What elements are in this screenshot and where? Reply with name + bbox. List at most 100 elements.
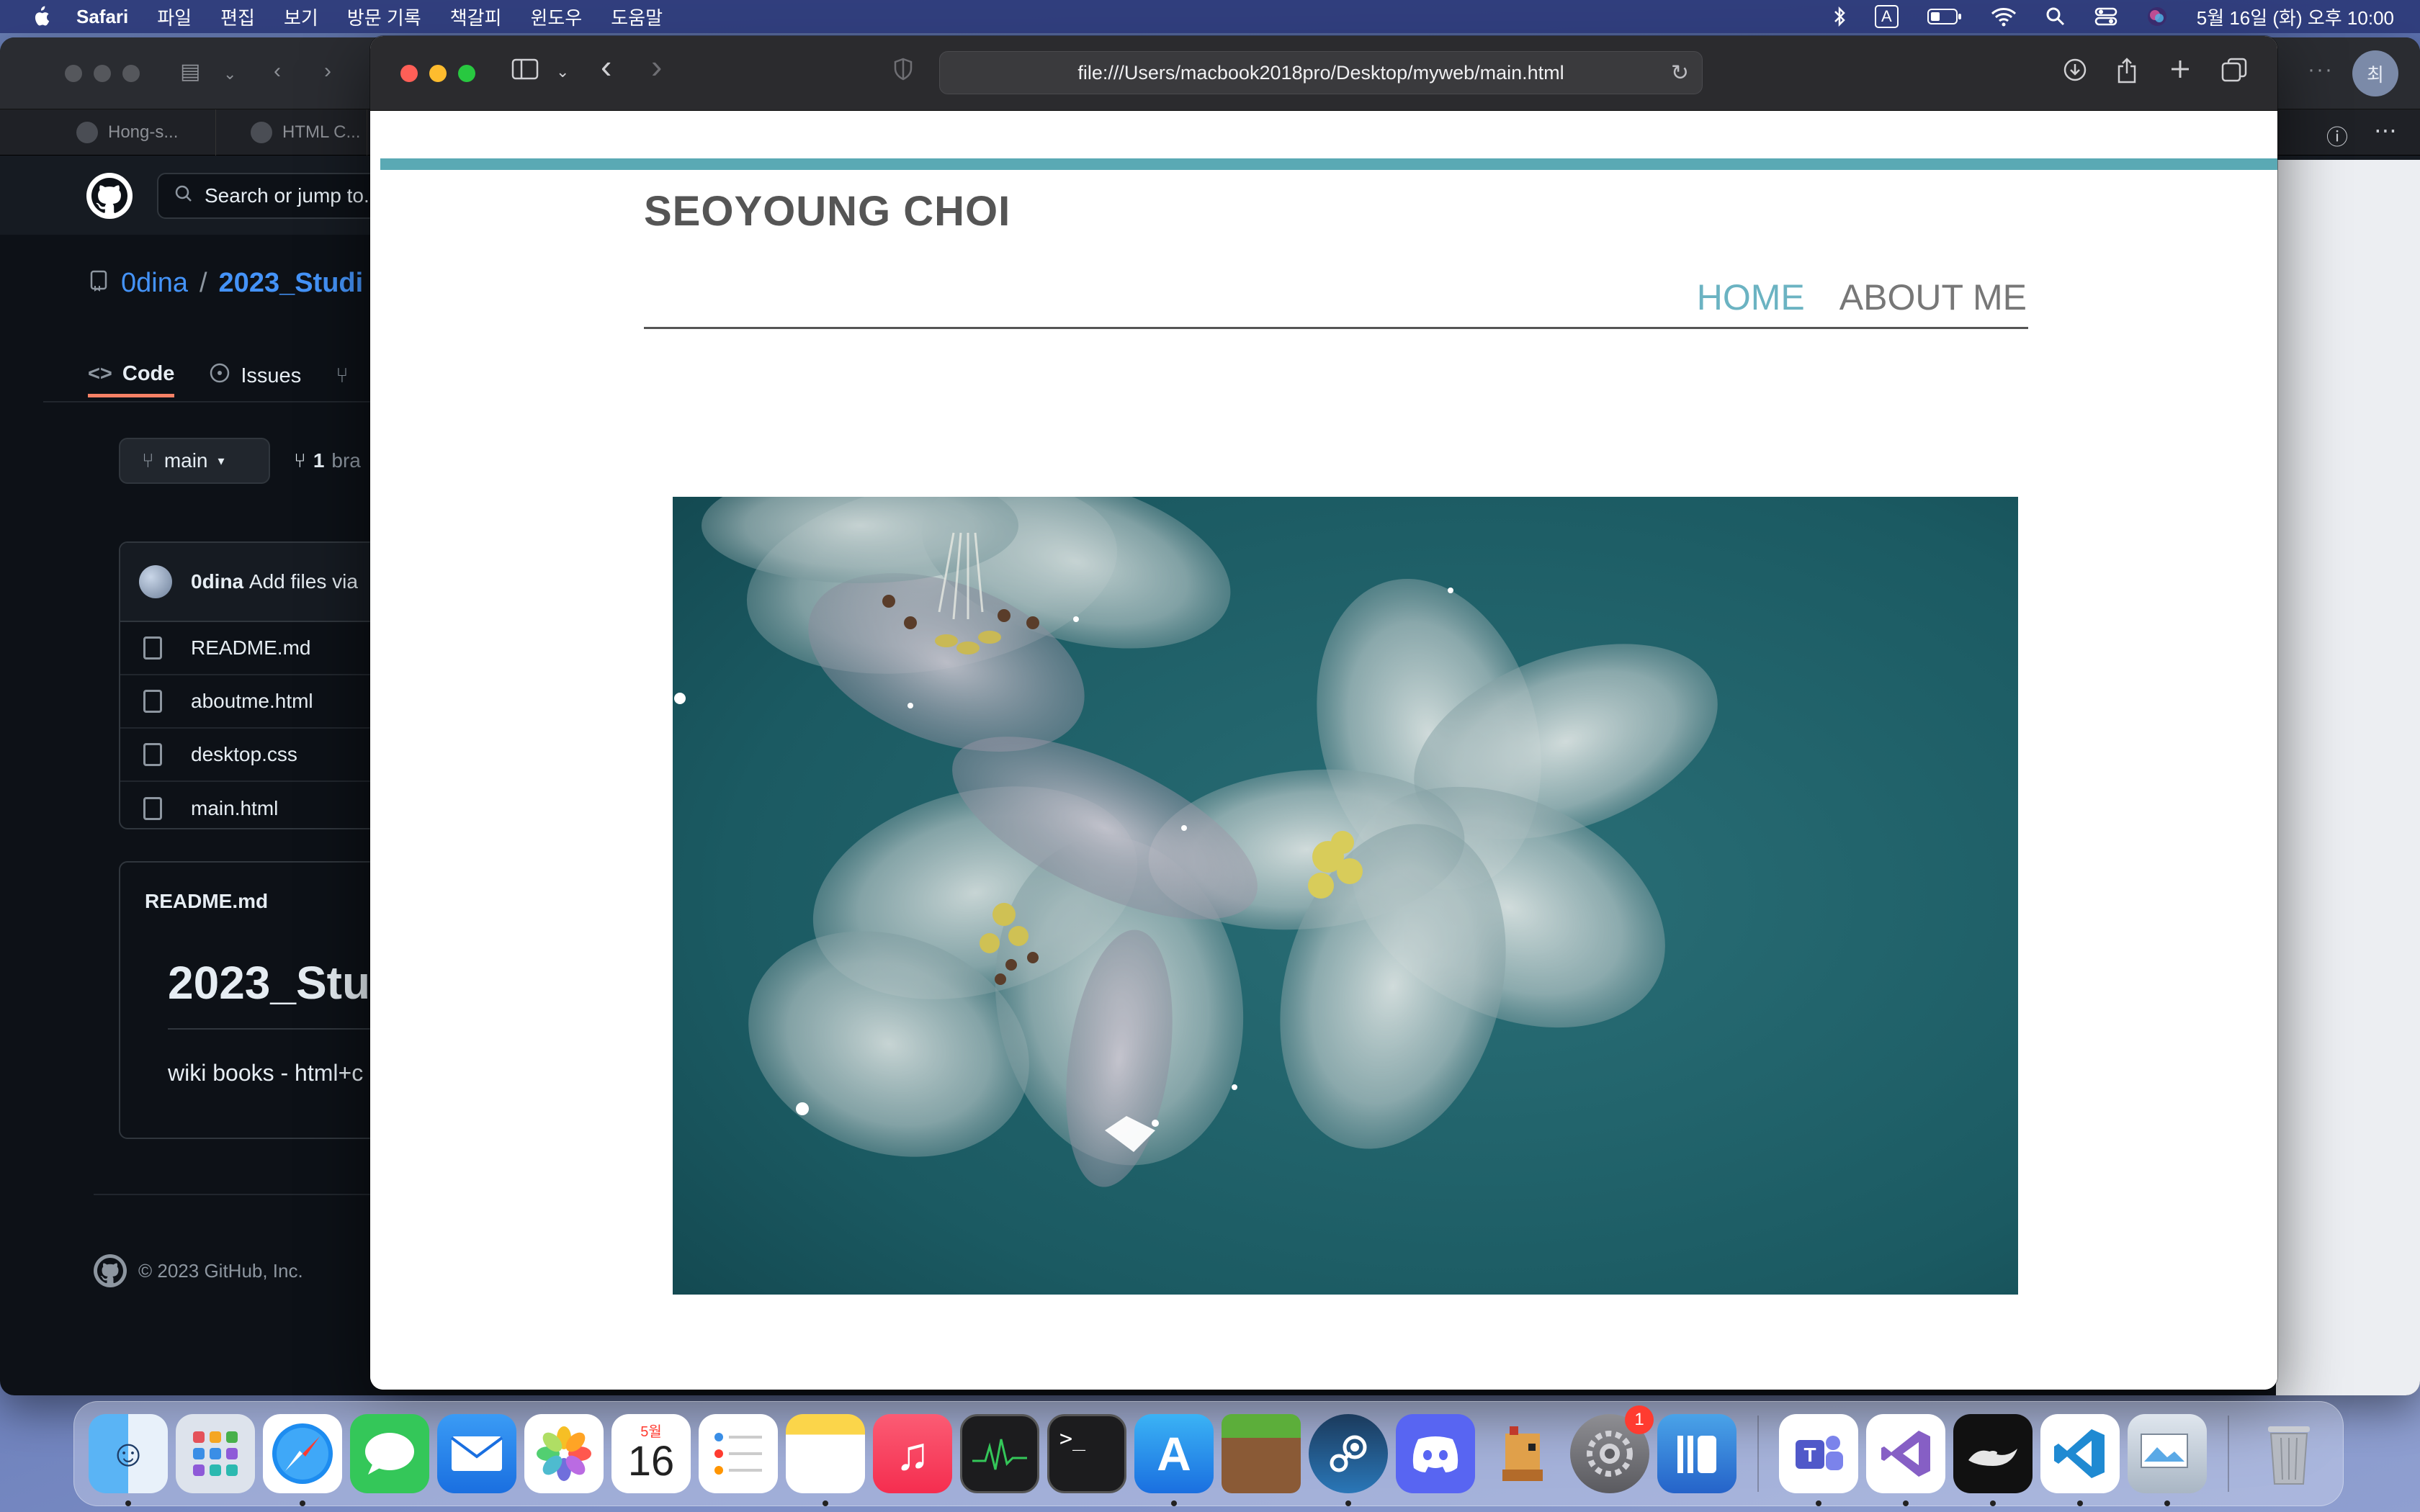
stardew-icon[interactable] bbox=[1483, 1414, 1562, 1493]
branches-link[interactable]: ⑂ 1 bra bbox=[294, 449, 361, 472]
menu-file[interactable]: 파일 bbox=[157, 4, 192, 30]
menu-app-name[interactable]: Safari bbox=[76, 6, 128, 28]
bluetooth-icon[interactable] bbox=[1833, 6, 1846, 27]
repo-name-link[interactable]: 2023_Studi bbox=[219, 268, 364, 299]
commit-author[interactable]: 0dina bbox=[191, 570, 243, 593]
photos-icon[interactable] bbox=[524, 1414, 604, 1493]
tab-label: Hong-s... bbox=[108, 122, 179, 142]
minecraft-icon[interactable] bbox=[1222, 1414, 1301, 1493]
tab-hong[interactable]: Hong-s... bbox=[72, 109, 216, 156]
file-name[interactable]: README.md bbox=[191, 636, 310, 660]
discord-icon[interactable] bbox=[1396, 1414, 1475, 1493]
file-name[interactable]: main.html bbox=[191, 797, 278, 820]
back-arrow-icon[interactable]: ‹ bbox=[274, 59, 281, 84]
steam-icon[interactable] bbox=[1309, 1414, 1388, 1506]
menu-view[interactable]: 보기 bbox=[284, 4, 318, 30]
downloads-icon[interactable] bbox=[2063, 58, 2087, 89]
menu-clock[interactable]: 5월 16일 (화) 오후 10:00 bbox=[2197, 4, 2394, 30]
safari-window[interactable]: ⌄ ‹ › file:///Users/macbook2018pro/Deskt… bbox=[370, 36, 2277, 1390]
forward-arrow-icon[interactable]: › bbox=[651, 50, 662, 83]
github-logo-icon[interactable] bbox=[86, 173, 133, 219]
reminders-icon[interactable] bbox=[699, 1414, 778, 1493]
more-dots-icon[interactable]: ··· bbox=[2308, 58, 2334, 82]
control-center-icon[interactable] bbox=[2094, 6, 2118, 27]
calendar-icon[interactable]: 5월 16 bbox=[611, 1414, 691, 1493]
minimize-button[interactable] bbox=[429, 65, 447, 82]
privacy-shield-icon[interactable] bbox=[893, 58, 913, 87]
code-icon: <> bbox=[88, 362, 112, 385]
mail-icon[interactable] bbox=[437, 1414, 516, 1493]
nav-link-about-me[interactable]: ABOUT ME bbox=[1839, 276, 2027, 318]
back-arrow-icon[interactable]: ‹ bbox=[601, 50, 611, 83]
tab-issues[interactable]: Issues bbox=[209, 354, 301, 397]
branch-selector-button[interactable]: ⑂ main ▾ bbox=[119, 438, 270, 484]
forward-arrow-icon[interactable]: › bbox=[324, 59, 331, 84]
html-favicon-icon bbox=[251, 122, 272, 143]
messages-icon[interactable] bbox=[350, 1414, 429, 1493]
address-bar[interactable]: file:///Users/macbook2018pro/Desktop/myw… bbox=[939, 51, 1703, 94]
chevron-down-icon[interactable]: ⌄ bbox=[223, 65, 236, 84]
nav-link-home[interactable]: HOME bbox=[1697, 276, 1805, 318]
flower-photo bbox=[673, 497, 2018, 1295]
preview-icon[interactable] bbox=[2128, 1414, 2207, 1506]
background-window-traffic-lights[interactable] bbox=[65, 65, 140, 82]
chevron-down-icon[interactable]: ⌄ bbox=[556, 58, 569, 86]
info-icon[interactable]: ⓘ bbox=[2326, 120, 2348, 151]
reload-icon[interactable]: ↻ bbox=[1671, 60, 1689, 86]
activity-monitor-icon[interactable] bbox=[960, 1414, 1039, 1493]
site-navigation: HOME ABOUT ME bbox=[1697, 276, 2027, 318]
trash-icon[interactable] bbox=[2249, 1414, 2329, 1493]
issues-icon bbox=[209, 362, 230, 390]
commit-message[interactable]: Add files via bbox=[249, 570, 358, 593]
tab-issues-label: Issues bbox=[241, 364, 302, 387]
close-button[interactable] bbox=[400, 65, 418, 82]
tab-html[interactable]: HTML C... bbox=[216, 109, 367, 156]
github-footer-logo-icon[interactable] bbox=[94, 1254, 127, 1287]
file-name[interactable]: desktop.css bbox=[191, 743, 297, 766]
battery-icon[interactable] bbox=[1927, 8, 1962, 25]
terminal-icon[interactable]: >_ bbox=[1047, 1414, 1126, 1493]
finder-icon[interactable]: ☺ bbox=[89, 1414, 168, 1506]
file-name[interactable]: aboutme.html bbox=[191, 690, 313, 713]
siri-icon[interactable] bbox=[2146, 6, 2168, 27]
branch-count: 1 bbox=[313, 449, 325, 472]
notes-icon[interactable] bbox=[786, 1414, 865, 1506]
safari-icon[interactable] bbox=[263, 1414, 342, 1506]
breadcrumb-slash: / bbox=[199, 268, 207, 298]
navigation-divider bbox=[644, 327, 2028, 329]
sidebar-toggle-icon[interactable] bbox=[511, 58, 539, 86]
apple-menu-icon[interactable] bbox=[26, 2, 55, 31]
aladdin-icon[interactable] bbox=[1953, 1414, 2033, 1506]
share-icon[interactable] bbox=[2116, 58, 2138, 90]
tab-code[interactable]: <> Code bbox=[88, 354, 175, 397]
menu-help[interactable]: 도움말 bbox=[611, 4, 663, 30]
input-source-icon[interactable]: A bbox=[1875, 5, 1899, 28]
menu-bookmarks[interactable]: 책갈피 bbox=[450, 4, 502, 30]
vscode-icon[interactable] bbox=[2040, 1414, 2120, 1506]
readme-header[interactable]: README.md bbox=[145, 890, 268, 913]
dock-separator bbox=[2228, 1416, 2229, 1492]
visual-studio-icon[interactable] bbox=[1866, 1414, 1945, 1506]
footer-copyright: © 2023 GitHub, Inc. bbox=[138, 1259, 303, 1282]
system-settings-icon[interactable]: 1 bbox=[1570, 1405, 1654, 1493]
spotlight-search-icon[interactable] bbox=[2045, 6, 2066, 27]
profile-avatar[interactable]: 최 bbox=[2352, 50, 2398, 96]
wifi-icon[interactable] bbox=[1991, 6, 2017, 27]
sidebar-toggle-icon[interactable]: ▤ bbox=[180, 59, 200, 84]
tab-overview-icon[interactable] bbox=[2221, 58, 2247, 89]
tab-pull-requests[interactable]: ⑂ bbox=[336, 354, 348, 397]
launchpad-icon[interactable] bbox=[176, 1414, 255, 1493]
more-icon[interactable]: ⋯ bbox=[2374, 117, 2397, 144]
menu-bar: Safari 파일 편집 보기 방문 기록 책갈피 윈도우 도움말 A 5월 1… bbox=[0, 0, 2420, 33]
app-store-icon[interactable]: A bbox=[1134, 1414, 1214, 1506]
menu-history[interactable]: 방문 기록 bbox=[347, 4, 421, 30]
new-tab-icon[interactable] bbox=[2169, 58, 2191, 86]
repo-owner-link[interactable]: 0dina bbox=[121, 268, 188, 299]
teams-icon[interactable]: T bbox=[1779, 1414, 1858, 1506]
fullscreen-button[interactable] bbox=[458, 65, 475, 82]
notification-badge: 1 bbox=[1625, 1405, 1654, 1434]
korean-app-icon[interactable] bbox=[1657, 1414, 1736, 1493]
music-icon[interactable]: ♫ bbox=[873, 1414, 952, 1493]
menu-window[interactable]: 윈도우 bbox=[530, 4, 582, 30]
menu-edit[interactable]: 편집 bbox=[220, 4, 255, 30]
